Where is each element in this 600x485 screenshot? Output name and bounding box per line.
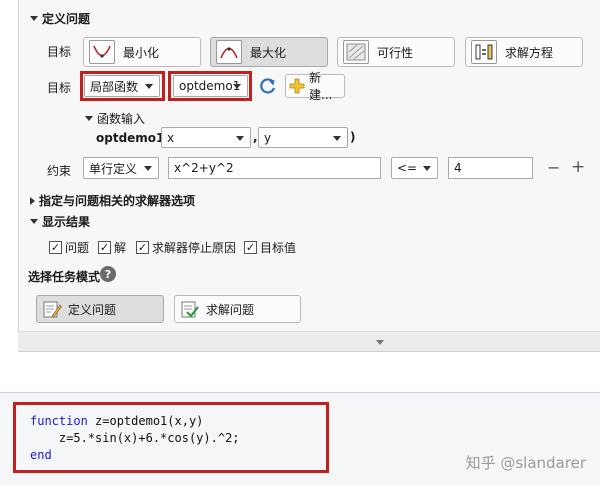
define-problem-button[interactable]: 定义问题 — [36, 295, 164, 323]
function-input-title: 函数输入 — [97, 112, 146, 126]
section-title: 指定与问题相关的求解器选项 — [39, 194, 196, 208]
edit-document-icon — [42, 299, 62, 319]
maximize-label: 最大化 — [250, 45, 287, 60]
solve-equation-label: 求解方程 — [505, 45, 554, 60]
checkbox-objective-value[interactable]: ✓ 目标值 — [244, 239, 296, 256]
collapse-arrow-icon — [30, 16, 38, 21]
collapse-arrow-icon — [85, 116, 93, 121]
goal-label: 目标 — [47, 45, 72, 59]
collapse-panel-icon[interactable] — [376, 340, 384, 345]
new-function-label: 新建... — [309, 71, 333, 102]
chevron-down-icon — [423, 166, 431, 171]
define-problem-label: 定义问题 — [68, 302, 117, 317]
highlight-box — [168, 71, 252, 101]
solve-equation-button[interactable]: 求解方程 — [465, 37, 583, 67]
checkmark-icon: ✓ — [49, 241, 62, 254]
remove-constraint-button[interactable]: − — [547, 158, 560, 177]
arg-x-value: x — [167, 130, 175, 145]
watermark: 知乎 @slandarer — [465, 454, 586, 472]
maximize-curve-icon — [216, 40, 242, 64]
refresh-icon[interactable] — [258, 76, 278, 96]
minimize-label: 最小化 — [123, 45, 160, 60]
close-paren: ) — [350, 130, 356, 144]
add-constraint-button[interactable]: + — [571, 157, 585, 177]
constraint-type-dropdown[interactable]: 单行定义 — [83, 157, 159, 179]
solve-equation-icon — [471, 40, 497, 64]
task-mode-title: 选择任务模式 — [28, 270, 101, 284]
constraint-expression-input[interactable]: x^2+y^2 — [168, 157, 381, 179]
minimize-curve-icon — [89, 40, 115, 64]
feasibility-button[interactable]: 可行性 — [337, 37, 455, 67]
checkbox-label: 求解器停止原因 — [152, 241, 237, 255]
checkbox-label: 目标值 — [260, 241, 297, 255]
function-input-toggle[interactable]: 函数输入 — [85, 110, 145, 127]
checkmark-icon: ✓ — [136, 241, 149, 254]
arg-y-value: y — [264, 130, 272, 145]
chevron-down-icon — [144, 166, 152, 171]
section-title: 定义问题 — [42, 12, 91, 26]
feasibility-icon — [343, 40, 369, 64]
solve-problem-label: 求解问题 — [206, 302, 255, 317]
checkbox-solution[interactable]: ✓ 解 — [98, 239, 126, 256]
section-solver-options[interactable]: 指定与问题相关的求解器选项 — [30, 192, 195, 209]
constraint-operator-value: <= — [397, 161, 418, 175]
arg-x-dropdown[interactable]: x — [161, 127, 251, 148]
expand-arrow-icon — [30, 196, 35, 205]
chevron-down-icon — [236, 136, 244, 141]
feasibility-label: 可行性 — [377, 45, 414, 60]
constraint-value-input[interactable]: 4 — [448, 157, 533, 179]
checkbox-label: 解 — [114, 241, 127, 255]
maximize-button[interactable]: 最大化 — [210, 37, 328, 67]
arg-separator: , — [253, 130, 258, 144]
objective-label: 目标 — [47, 81, 72, 95]
constraint-operator-dropdown[interactable]: <= — [391, 157, 438, 179]
section-define-problem[interactable]: 定义问题 — [30, 10, 90, 27]
arg-y-dropdown[interactable]: y — [258, 127, 348, 148]
solve-problem-button[interactable]: 求解问题 — [174, 295, 301, 323]
section-display-results[interactable]: 显示结果 — [30, 213, 90, 230]
highlight-box — [80, 71, 165, 101]
section-title: 显示结果 — [42, 215, 91, 229]
plus-icon — [289, 78, 305, 94]
checkmark-icon: ✓ — [244, 241, 257, 254]
checkbox-stop-reason[interactable]: ✓ 求解器停止原因 — [136, 239, 236, 256]
new-function-button[interactable]: 新建... — [285, 71, 345, 102]
checkbox-problem[interactable]: ✓ 问题 — [49, 239, 89, 256]
chevron-down-icon — [333, 136, 341, 141]
minimize-button[interactable]: 最小化 — [83, 37, 201, 67]
constraint-type-value: 单行定义 — [89, 161, 138, 176]
checkbox-label: 问题 — [65, 241, 90, 255]
collapse-arrow-icon — [30, 219, 38, 224]
constraint-label: 约束 — [47, 164, 72, 178]
help-icon[interactable]: ? — [100, 266, 116, 282]
panel-footer — [18, 331, 600, 352]
check-document-icon — [180, 299, 200, 319]
code-highlight-box — [13, 402, 329, 473]
checkmark-icon: ✓ — [98, 241, 111, 254]
